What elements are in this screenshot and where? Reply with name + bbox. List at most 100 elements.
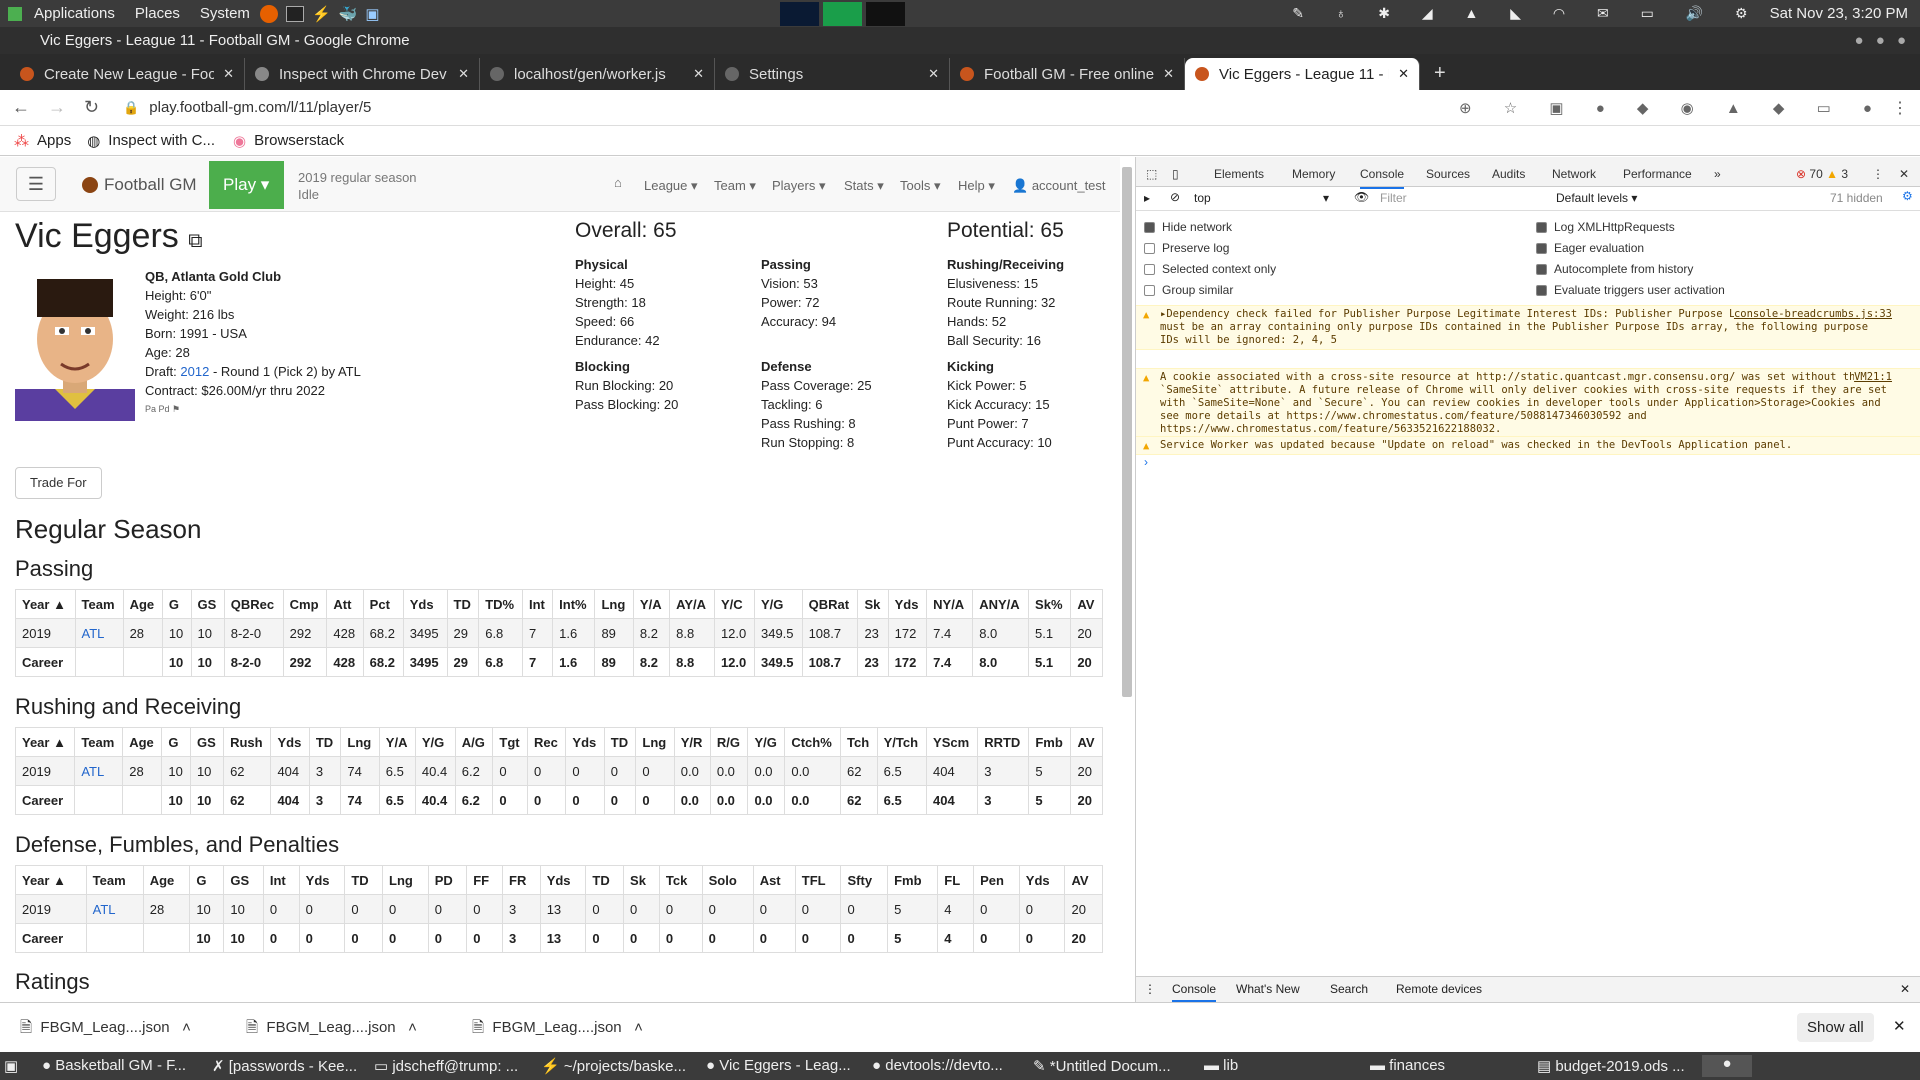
draft-year-link[interactable]: 2012 [180,364,209,379]
column-header[interactable]: NY/A [926,589,974,619]
column-header[interactable]: Y/G [747,727,786,757]
column-header[interactable]: Fmb [887,865,939,895]
column-header[interactable]: Yds [887,589,928,619]
column-header[interactable]: Fmb [1028,727,1072,757]
column-header[interactable]: Yds [1018,865,1066,895]
column-header[interactable]: AV [1070,727,1103,757]
column-header[interactable]: Y/A [632,589,671,619]
column-header[interactable]: Team [74,589,124,619]
column-header[interactable]: Pct [362,589,404,619]
task-devtools[interactable]: ● devtools://devto... [872,1057,1003,1074]
column-header[interactable]: Solo [701,865,754,895]
column-header[interactable]: Y/G [414,727,456,757]
task-keepass[interactable]: ✗ [passwords - Kee... [212,1057,357,1075]
team-link[interactable]: ATL [93,902,116,917]
close-icon[interactable]: ✕ [928,66,939,82]
column-header[interactable]: Y/A [378,727,416,757]
menu-kebab-icon[interactable]: ⋮ [1892,98,1908,118]
devtools-tab-audits[interactable]: Audits [1492,167,1525,181]
docker-icon[interactable]: 🐳 [339,5,358,23]
opt-selected-context[interactable]: Selected context only [1144,262,1276,276]
source-link[interactable]: console-breadcrumbs.js:33 [1733,308,1892,321]
close-icon[interactable]: ✕ [1398,66,1409,82]
column-header[interactable]: G [161,727,191,757]
close-icon[interactable]: ✕ [223,66,234,82]
column-header[interactable]: Ast [752,865,796,895]
close-icon[interactable]: ✕ [693,66,704,82]
column-header[interactable]: Rec [527,727,567,757]
home-icon[interactable]: ⌂ [614,175,622,190]
live-expression-icon[interactable]: 👁 [1354,190,1369,204]
task-basketball-gm[interactable]: ● Basketball GM - F... [42,1057,186,1074]
error-count[interactable]: ⊗ 70 ▲ 3 [1796,167,1848,181]
forward-icon[interactable]: → [48,97,66,118]
tab-inspect[interactable]: Inspect with Chrome Dev ✕ [245,58,480,90]
devtools-tab-elements[interactable]: Elements [1214,167,1264,181]
tab-settings[interactable]: Settings ✕ [715,58,950,90]
drawer-tab-remote-devices[interactable]: Remote devices [1396,982,1482,996]
task-sublime[interactable]: ⚡ ~/projects/baske... [541,1057,686,1075]
nav-players[interactable]: Players ▾ [772,178,826,194]
column-header[interactable]: Yds [565,727,605,757]
console-warning[interactable]: ▲ ▸Dependency check failed for Publisher … [1136,305,1920,350]
brand-link[interactable]: Football GM [104,175,197,195]
task-terminal[interactable]: ▭ jdscheff@trump: ... [374,1057,518,1075]
column-header[interactable]: Ctch% [784,727,842,757]
column-header[interactable]: Team [85,865,144,895]
menu-applications[interactable]: Applications [34,5,115,22]
team-link[interactable]: ATL [81,764,104,779]
sidebar-toggle-icon[interactable]: ▸ [1144,191,1150,205]
column-header[interactable]: FF [466,865,504,895]
column-header[interactable]: Year ▲ [15,589,76,619]
column-header[interactable]: TD [603,727,637,757]
external-link-icon[interactable]: ⧉ [188,230,202,252]
column-header[interactable]: Lng [635,727,675,757]
bookmark-browserstack[interactable]: Browserstack [254,132,344,149]
terminal-icon[interactable] [285,5,304,22]
column-header[interactable]: Age [122,727,163,757]
column-header[interactable]: RRTD [977,727,1030,757]
log-levels-select[interactable]: Default levels ▾ [1556,191,1637,205]
column-header[interactable]: Lng [594,589,634,619]
clear-console-icon[interactable]: ⊘ [1170,190,1180,204]
opt-autocomplete[interactable]: Autocomplete from history [1536,262,1693,276]
download-bar-close-icon[interactable]: ✕ [1893,1017,1906,1035]
column-header[interactable]: Lng [382,865,429,895]
column-header[interactable]: Y/G [753,589,803,619]
opt-eval-triggers[interactable]: Evaluate triggers user activation [1536,283,1725,297]
console-warning[interactable]: ▲ Service Worker was updated because "Upd… [1136,436,1920,455]
column-header[interactable]: A/G [454,727,494,757]
column-header[interactable]: AY/A [669,589,715,619]
column-header[interactable]: Pen [973,865,1020,895]
devtools-tab-sources[interactable]: Sources [1426,167,1470,181]
device-toolbar-icon[interactable]: ▯ [1172,167,1179,181]
column-header[interactable]: Yds [270,727,310,757]
column-header[interactable]: Age [142,865,191,895]
drawer-close-icon[interactable]: ✕ [1900,982,1910,996]
sublime-icon[interactable]: ⚡ [312,5,331,23]
drawer-tab-search[interactable]: Search [1330,982,1368,996]
column-header[interactable]: AV [1064,865,1103,895]
context-select[interactable]: top ▾ [1194,191,1329,205]
column-header[interactable]: Cmp [282,589,328,619]
column-header[interactable]: G [189,865,225,895]
column-header[interactable]: GS [223,865,264,895]
hamburger-button[interactable]: ☰ [16,167,56,201]
task-lib[interactable]: ▬ lib [1204,1057,1238,1074]
column-header[interactable]: Y/R [673,727,711,757]
task-finances[interactable]: ▬ finances [1370,1057,1445,1074]
tab-football-gm[interactable]: Football GM - Free online ✕ [950,58,1185,90]
devtools-tab-memory[interactable]: Memory [1292,167,1335,181]
more-tabs-icon[interactable]: » [1714,167,1721,181]
column-header[interactable]: TD [585,865,625,895]
column-header[interactable]: PD [427,865,468,895]
nav-help[interactable]: Help ▾ [958,178,995,194]
console-warning[interactable]: ▲ A cookie associated with a cross-site r… [1136,368,1920,439]
column-header[interactable]: TFL [794,865,842,895]
console-settings-icon[interactable]: ⚙ [1902,189,1913,203]
column-header[interactable]: Yds [402,589,448,619]
column-header[interactable]: GS [190,589,225,619]
column-header[interactable]: ANY/A [972,589,1030,619]
devtools-close-icon[interactable]: ✕ [1899,167,1909,181]
extension-icons[interactable]: ⊕ ☆ ▣ ● ◆ ◉ ▲ ◆ ▭ ● [1459,99,1886,117]
